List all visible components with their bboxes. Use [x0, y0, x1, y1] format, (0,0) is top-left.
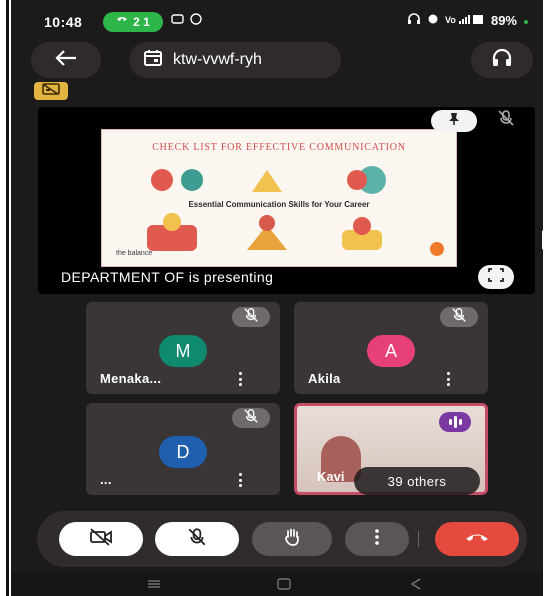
- raise-hand-button[interactable]: [252, 522, 332, 556]
- back-nav-icon[interactable]: [408, 577, 424, 595]
- presentation-tile[interactable]: CHECK LIST FOR EFFECTIVE COMMUNICATION E…: [38, 107, 535, 294]
- status-bar: 10:48 2 1 Vo 89%: [11, 0, 543, 40]
- fullscreen-button[interactable]: [478, 265, 514, 289]
- leave-call-button[interactable]: [435, 522, 519, 556]
- participant-tile[interactable]: M Menaka...: [86, 302, 280, 394]
- slide-subtitle: Essential Communication Skills for Your …: [188, 200, 370, 209]
- participant-more-button[interactable]: [237, 473, 243, 487]
- system-nav-bar: [11, 572, 543, 596]
- presenter-label: DEPARTMENT OF is presenting: [61, 269, 274, 285]
- audio-output-button[interactable]: [471, 42, 533, 78]
- captions-off-badge[interactable]: [34, 82, 68, 100]
- calendar-icon: [143, 49, 163, 72]
- phone-hangup-icon: [464, 530, 490, 548]
- mic-off-icon: [497, 109, 515, 132]
- participant-more-button[interactable]: [237, 372, 243, 386]
- status-right: Vo 89%: [407, 13, 529, 28]
- fullscreen-icon: [488, 267, 504, 287]
- scroll-thumb[interactable]: [542, 230, 543, 250]
- presenter-mic-off-indicator: [486, 108, 526, 132]
- participant-tile[interactable]: D ...: [86, 403, 280, 495]
- mic-toggle-button[interactable]: [155, 522, 239, 556]
- call-pill-text: 2 1: [133, 15, 150, 29]
- call-pill-icon: [116, 15, 128, 29]
- back-button[interactable]: [31, 42, 101, 78]
- battery-dot: [523, 13, 529, 28]
- notification-icons: [171, 12, 207, 29]
- mic-off-icon: [187, 527, 207, 552]
- headset-status-icon: [407, 13, 421, 28]
- mic-off-icon: [243, 307, 259, 328]
- avatar: A: [367, 335, 415, 367]
- others-button[interactable]: 39 others: [354, 467, 480, 495]
- battery-text: 89%: [490, 13, 517, 28]
- status-time: 10:48: [44, 14, 83, 30]
- shared-slide: CHECK LIST FOR EFFECTIVE COMMUNICATION E…: [101, 129, 457, 267]
- more-vertical-icon: [374, 528, 380, 550]
- slide-brand: the balance: [116, 250, 153, 257]
- participant-more-button[interactable]: [445, 372, 451, 386]
- meeting-code: ktw-vvwf-ryh: [173, 51, 262, 68]
- avatar: D: [159, 436, 207, 468]
- control-divider: [418, 531, 419, 547]
- alarm-icon: [427, 13, 439, 28]
- home-nav-icon[interactable]: [276, 577, 292, 595]
- participant-name: ...: [100, 472, 112, 487]
- arrow-left-icon: [55, 49, 77, 71]
- captions-off-icon: [42, 82, 60, 100]
- slide-illustrations: [147, 166, 386, 251]
- participant-tile[interactable]: A Akila: [294, 302, 488, 394]
- mic-off-icon: [243, 408, 259, 429]
- recents-nav-icon[interactable]: [146, 577, 162, 595]
- participant-mic-off: [440, 307, 478, 327]
- more-options-button[interactable]: [345, 522, 409, 556]
- participant-name: Akila: [308, 371, 341, 386]
- participant-mic-off: [232, 307, 270, 327]
- top-bar: ktw-vvwf-ryh: [11, 40, 543, 80]
- participant-name: Menaka...: [100, 371, 162, 386]
- screen-edge: [0, 0, 11, 596]
- avatar: M: [159, 335, 207, 367]
- participant-mic-off: [232, 408, 270, 428]
- camera-off-icon: [89, 527, 113, 551]
- mic-off-icon: [451, 307, 467, 328]
- signal-icon: Vo: [445, 13, 485, 28]
- participant-name: Kavi: [317, 469, 345, 484]
- slide-dot: [430, 242, 444, 256]
- meet-screen: 10:48 2 1 Vo 89% ktw-vvwf-ryh CHECK LIST…: [11, 0, 543, 596]
- speaking-indicator-icon: [439, 412, 471, 432]
- call-pill[interactable]: 2 1: [103, 12, 163, 32]
- pin-icon: [447, 112, 461, 131]
- headphones-icon: [491, 48, 513, 73]
- svg-text:Vo: Vo: [445, 15, 456, 25]
- camera-toggle-button[interactable]: [59, 522, 143, 556]
- call-controls: [37, 511, 527, 567]
- pin-button[interactable]: [431, 110, 477, 132]
- meeting-info-button[interactable]: ktw-vvwf-ryh: [129, 42, 341, 78]
- hand-icon: [282, 527, 302, 552]
